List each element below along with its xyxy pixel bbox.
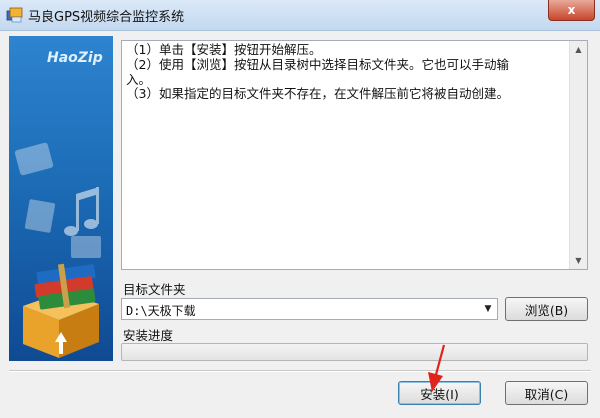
target-folder-combobox[interactable]: D:\天极下载 ▼: [121, 298, 498, 320]
instruction-line: 入。: [126, 71, 152, 87]
music-note-icon: [64, 187, 99, 236]
vertical-scrollbar[interactable]: ▲ ▼: [569, 41, 587, 269]
installer-window: 马良GPS视频综合监控系统 x HaoZip （1）单击【安装】按钮开始解压。 …: [0, 0, 600, 418]
scroll-down-icon[interactable]: ▼: [570, 252, 587, 269]
target-folder-value: D:\天极下载: [126, 304, 196, 318]
archive-box-icon: [23, 263, 99, 358]
scroll-up-icon[interactable]: ▲: [570, 41, 587, 58]
target-folder-label: 目标文件夹: [123, 282, 186, 297]
instruction-line: （1）单击【安装】按钮开始解压。: [126, 42, 322, 57]
app-icon: [6, 7, 23, 23]
dropdown-arrow-icon[interactable]: ▼: [479, 299, 497, 319]
browse-button-label: 浏览(B): [524, 302, 569, 318]
close-icon: x: [567, 3, 576, 17]
cancel-button-label: 取消(C): [524, 386, 569, 402]
instructions-panel[interactable]: （1）单击【安装】按钮开始解压。 （2）使用【浏览】按钮从目录树中选择目标文件夹…: [121, 40, 588, 270]
sidebar-banner: HaoZip: [9, 36, 113, 361]
progress-label: 安装进度: [123, 328, 174, 343]
window-title: 马良GPS视频综合监控系统: [28, 10, 185, 25]
cancel-button[interactable]: 取消(C): [505, 381, 588, 405]
close-button[interactable]: x: [548, 0, 595, 21]
banner-art: [14, 142, 101, 358]
install-progress-bar: [121, 343, 588, 361]
install-button-label: 安装(I): [420, 386, 459, 402]
install-button[interactable]: 安装(I): [398, 381, 481, 405]
instructions-text: （1）单击【安装】按钮开始解压。 （2）使用【浏览】按钮从目录树中选择目标文件夹…: [126, 42, 566, 102]
browse-button[interactable]: 浏览(B): [505, 297, 588, 321]
title-bar: 马良GPS视频综合监控系统 x: [0, 0, 600, 31]
instruction-line: （2）使用【浏览】按钮从目录树中选择目标文件夹。它也可以手动输: [126, 56, 509, 72]
instruction-line: （3）如果指定的目标文件夹不存在，在文件解压前它将被自动创建。: [126, 86, 509, 102]
button-separator: [9, 370, 591, 372]
